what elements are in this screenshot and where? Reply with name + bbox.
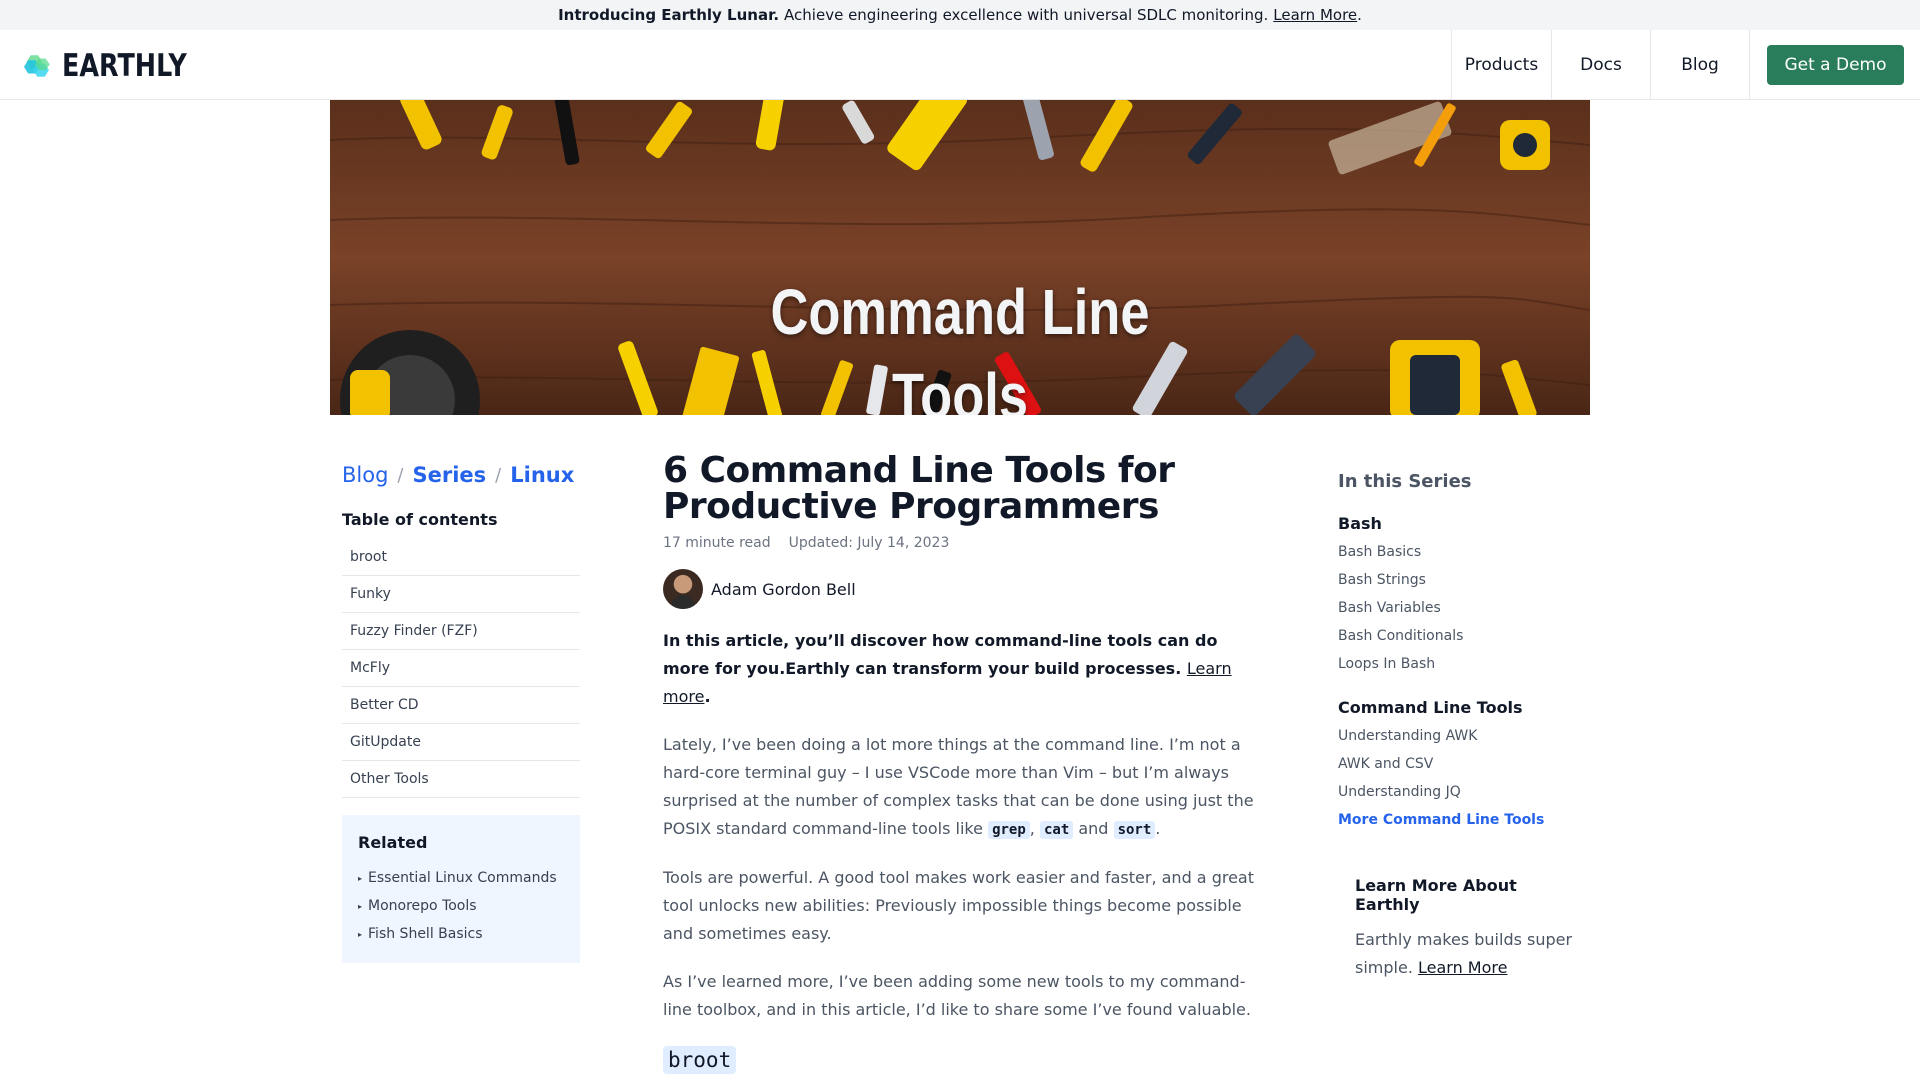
comma: , — [1029, 819, 1035, 838]
learn-more-title: Learn More About Earthly — [1355, 876, 1517, 914]
read-time: 17 minute read — [663, 535, 771, 551]
related-item[interactable]: ▸ Essential Linux Commands — [358, 864, 564, 892]
learn-more-link[interactable]: Learn More — [1418, 958, 1507, 977]
article-title-line2: Productive Programmers — [663, 486, 1159, 527]
series-item-current[interactable]: More Command Line Tools — [1338, 806, 1578, 834]
paragraph-1-text: Lately, I’ve been doing a lot more thing… — [663, 735, 1254, 838]
code-grep: grep — [988, 821, 1030, 839]
series-title: In this Series — [1338, 471, 1472, 492]
earthly-logo-icon — [24, 55, 50, 77]
announcement-bar: Introducing Earthly Lunar. Achieve engin… — [0, 0, 1920, 30]
toc-item-gitupdate[interactable]: GitUpdate — [342, 724, 580, 761]
toc-title: Table of contents — [342, 510, 498, 529]
get-a-demo-button[interactable]: Get a Demo — [1767, 45, 1904, 85]
related-item-label: Monorepo Tools — [368, 898, 477, 914]
hero-title: Command Line Tools — [443, 270, 1476, 415]
announcement-end: . — [1357, 6, 1362, 24]
breadcrumb-blog[interactable]: Blog — [342, 463, 388, 487]
nav-products[interactable]: Products — [1451, 30, 1551, 100]
series-item[interactable]: Bash Basics — [1338, 538, 1578, 566]
nav-docs[interactable]: Docs — [1551, 30, 1650, 100]
related-item[interactable]: ▸ Fish Shell Basics — [358, 920, 564, 948]
series-group-bash: Bash — [1338, 514, 1382, 533]
avatar — [663, 569, 703, 609]
period: . — [1155, 819, 1161, 838]
learn-more-box: Learn More About Earthly Earthly makes b… — [1355, 876, 1585, 982]
toc-item-funky[interactable]: Funky — [342, 576, 580, 613]
breadcrumb-separator: / — [495, 464, 502, 486]
series-item[interactable]: Understanding AWK — [1338, 722, 1578, 750]
code-sort: sort — [1113, 821, 1156, 839]
hero-title-line1: Command Line — [770, 276, 1150, 348]
toc-item-mcfly[interactable]: McFly — [342, 650, 580, 687]
announcement-text: Achieve engineering excellence with univ… — [784, 6, 1269, 24]
paragraph-1: Lately, I’ve been doing a lot more thing… — [663, 731, 1263, 844]
intro-text: In this article, you’ll discover how com… — [663, 631, 1218, 678]
article: 6 Command Line Tools for Productive Prog… — [663, 453, 1263, 1024]
toc-item-better-cd[interactable]: Better CD — [342, 687, 580, 724]
series-list-cli: Understanding AWK AWK and CSV Understand… — [1338, 722, 1578, 834]
updated-date: Updated: July 14, 2023 — [788, 535, 950, 551]
related-box: Related ▸ Essential Linux Commands ▸ Monor… — [342, 815, 580, 963]
paragraph-2: Tools are powerful. A good tool makes wo… — [663, 868, 1254, 943]
word-and: and — [1078, 819, 1109, 838]
announcement-learn-more-link[interactable]: Learn More — [1273, 6, 1357, 24]
series-item[interactable]: Bash Strings — [1338, 566, 1578, 594]
section-heading-broot: broot — [663, 1046, 737, 1074]
hero-title-line2: Tools — [891, 360, 1029, 415]
article-meta: 17 minute read Updated: July 14, 2023 — [663, 535, 1263, 551]
bullet-icon: ▸ — [358, 901, 363, 911]
bullet-icon: ▸ — [358, 929, 363, 939]
breadcrumb: Blog / Series / Linux — [342, 463, 574, 487]
article-title: 6 Command Line Tools for Productive Prog… — [663, 453, 1263, 525]
author: Adam Gordon Bell — [663, 569, 1263, 609]
toc-item-broot[interactable]: broot — [342, 539, 580, 576]
author-name: Adam Gordon Bell — [711, 579, 856, 599]
series-list-bash: Bash Basics Bash Strings Bash Variables … — [1338, 538, 1578, 678]
breadcrumb-separator: / — [397, 464, 404, 486]
series-item[interactable]: AWK and CSV — [1338, 750, 1578, 778]
series-item[interactable]: Understanding JQ — [1338, 778, 1578, 806]
nav-blog[interactable]: Blog — [1650, 30, 1750, 100]
toc-item-fzf[interactable]: Fuzzy Finder (FZF) — [342, 613, 580, 650]
logo-text: EARTHLY — [61, 48, 187, 84]
related-item-label: Fish Shell Basics — [368, 926, 483, 942]
paragraph-3: As I’ve learned more, I’ve been adding s… — [663, 972, 1251, 1019]
series-group-cli: Command Line Tools — [1338, 698, 1523, 717]
hero-image: Command Line Tools — [330, 100, 1590, 415]
learn-more-text: Earthly makes builds super simple. Learn… — [1355, 926, 1585, 982]
related-title: Related — [358, 833, 428, 852]
series-item[interactable]: Bash Variables — [1338, 594, 1578, 622]
earthly-logo[interactable]: EARTHLY — [24, 38, 214, 94]
intro-end: . — [704, 687, 711, 706]
related-item[interactable]: ▸ Monorepo Tools — [358, 892, 564, 920]
series-item[interactable]: Bash Conditionals — [1338, 622, 1578, 650]
toc-item-other-tools[interactable]: Other Tools — [342, 761, 580, 798]
breadcrumb-series[interactable]: Series — [413, 463, 487, 487]
series-item[interactable]: Loops In Bash — [1338, 650, 1578, 678]
table-of-contents: broot Funky Fuzzy Finder (FZF) McFly Bet… — [342, 539, 580, 798]
related-item-label: Essential Linux Commands — [368, 870, 557, 886]
breadcrumb-linux[interactable]: Linux — [510, 463, 574, 487]
article-intro: In this article, you’ll discover how com… — [663, 627, 1263, 711]
bullet-icon: ▸ — [358, 873, 363, 883]
code-cat: cat — [1039, 821, 1074, 839]
article-title-line1: 6 Command Line Tools for — [663, 450, 1175, 491]
site-header: EARTHLY Products Docs Blog Get a Demo — [0, 30, 1920, 100]
announcement-bold: Introducing Earthly Lunar. — [558, 6, 780, 24]
